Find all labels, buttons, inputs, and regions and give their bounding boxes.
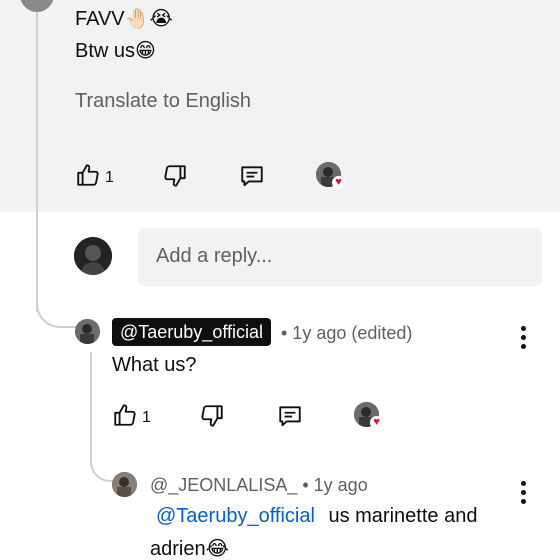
reply-button[interactable] <box>239 163 265 194</box>
thumbs-up-icon <box>75 162 101 193</box>
comment-text: Btw us <box>75 40 136 62</box>
like-count: 1 <box>105 168 114 186</box>
thread-connector <box>36 296 76 328</box>
comment-icon <box>239 163 265 194</box>
more-options-button[interactable] <box>519 481 527 504</box>
like-button[interactable]: 1 <box>112 402 151 433</box>
emoji: 😂 <box>205 538 229 560</box>
reply-text: us marinette and <box>328 505 478 527</box>
reply-text: What us? <box>112 354 197 376</box>
heart-badge: ♥ <box>370 416 383 429</box>
emoji: 🤚🏻😭 <box>124 8 173 30</box>
reply-thread-line <box>90 352 92 462</box>
reply-placeholder: Add a reply... <box>156 245 273 267</box>
comment-icon <box>277 403 303 434</box>
thread-line <box>36 0 38 312</box>
thumbs-up-icon <box>112 402 138 433</box>
more-options-button[interactable] <box>519 326 527 349</box>
emoji: 😁 <box>135 40 156 62</box>
comment-text: FAVV <box>75 8 125 30</box>
comment-line-1: FAVV🤚🏻😭 <box>75 6 173 31</box>
reply-meta: • 1y ago (edited) <box>281 323 413 343</box>
thumbs-down-icon <box>199 403 225 434</box>
reply-author-meta: @_JEONLALISA_ • 1y ago <box>150 475 368 496</box>
comment-line-2: Btw us😁 <box>75 38 156 63</box>
dislike-button[interactable] <box>162 163 188 194</box>
like-button[interactable]: 1 <box>75 162 114 193</box>
thumbs-down-icon <box>162 163 188 194</box>
heart-icon: ♥ <box>373 416 380 428</box>
reply-input[interactable]: Add a reply... <box>138 228 542 286</box>
reply-thread-connector <box>90 450 114 482</box>
channel-handle-chip[interactable]: @Taeruby_official <box>112 318 272 346</box>
reply-avatar[interactable] <box>112 472 137 497</box>
reply-meta: • 1y ago <box>302 475 368 495</box>
dislike-button[interactable] <box>199 403 225 434</box>
reply-avatar[interactable] <box>75 319 100 344</box>
heart-icon: ♥ <box>335 176 342 188</box>
translate-link[interactable]: Translate to English <box>75 90 251 113</box>
mention-link[interactable]: @Taeruby_official <box>150 505 315 527</box>
reply-button[interactable] <box>277 403 303 434</box>
channel-handle[interactable]: @_JEONLALISA_ <box>150 475 297 495</box>
reply-text-line-1: @Taeruby_official us marinette and <box>150 505 477 528</box>
heart-badge: ♥ <box>332 176 345 189</box>
like-count: 1 <box>142 408 151 426</box>
reply-text-line-2: adrien😂 <box>150 536 229 560</box>
reply-text: adrien <box>150 538 206 560</box>
user-avatar <box>74 237 112 275</box>
